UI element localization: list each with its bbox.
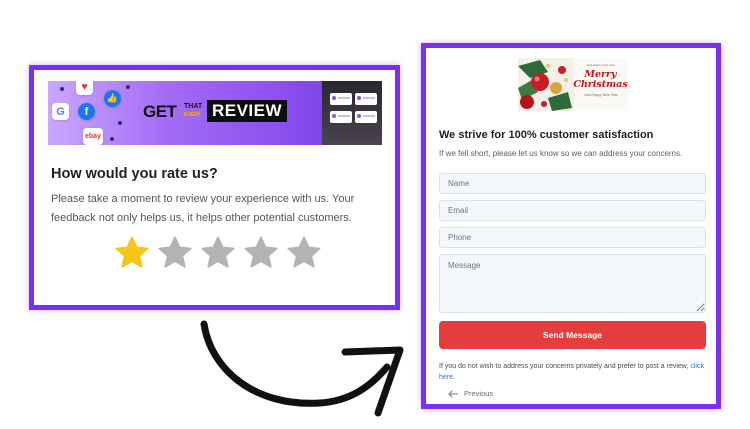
send-message-button[interactable]: Send Message: [439, 321, 706, 349]
star-2-icon[interactable]: [156, 234, 194, 272]
previous-button[interactable]: Previous: [448, 389, 493, 398]
christmas-tagline: And Happy New Year: [584, 93, 618, 97]
review-card-thumb: [330, 93, 352, 105]
logo-review-text: REVIEW: [207, 100, 287, 122]
decor-dot: [118, 121, 122, 125]
christmas-banner-image: And Happy New Year Merry Christmas And H…: [518, 58, 628, 111]
name-field[interactable]: [439, 173, 706, 194]
logo-get-text: GET: [143, 102, 177, 121]
christmas-greeting: Merry Christmas: [573, 69, 628, 90]
reviews-screen-image: [322, 81, 382, 145]
rating-description: Please take a moment to review your expe…: [51, 193, 355, 224]
public-review-note: If you do not wish to address your conce…: [439, 363, 704, 381]
star-rating[interactable]: [113, 234, 323, 272]
christmas-ornaments-icon: [518, 58, 574, 111]
ebay-icon: ebay: [83, 128, 103, 145]
review-card-thumb: [330, 111, 352, 123]
review-card-thumb: [355, 111, 377, 123]
review-card-thumb: [355, 93, 377, 105]
star-1-icon[interactable]: [113, 234, 151, 272]
thumbs-up-icon: 👍: [104, 90, 121, 107]
curved-arrow-icon: [200, 320, 404, 417]
email-field[interactable]: [439, 200, 706, 221]
logo-every-text: EVERY: [184, 112, 201, 118]
form-title: We strive for 100% customer satisfaction: [439, 129, 654, 141]
decor-dot: [126, 85, 130, 89]
form-subtitle: If we fell short, please let us know so …: [439, 149, 683, 158]
arrow-left-icon: [448, 390, 458, 397]
feedback-form-card: And Happy New Year Merry Christmas And H…: [421, 43, 721, 409]
rating-title: How would you rate us?: [51, 166, 218, 182]
star-3-icon[interactable]: [199, 234, 237, 272]
facebook-icon: f: [78, 103, 95, 120]
logo-that-text: THAT: [184, 103, 203, 110]
decor-dot: [60, 87, 64, 91]
red-heart-icon: ♥: [76, 81, 93, 95]
christmas-top-text: And Happy New Year: [586, 63, 616, 67]
decor-dot: [110, 137, 114, 141]
previous-label: Previous: [464, 389, 494, 398]
star-4-icon[interactable]: [242, 234, 280, 272]
get-that-review-banner: ♥ G f 👍 ebay GET THAT EVERY REVIEW: [48, 81, 382, 145]
star-5-icon[interactable]: [285, 234, 323, 272]
phone-field[interactable]: [439, 227, 706, 248]
google-icon: G: [52, 103, 69, 120]
message-field[interactable]: [439, 254, 706, 313]
rating-card: ♥ G f 👍 ebay GET THAT EVERY REVIEW How w…: [29, 65, 400, 310]
